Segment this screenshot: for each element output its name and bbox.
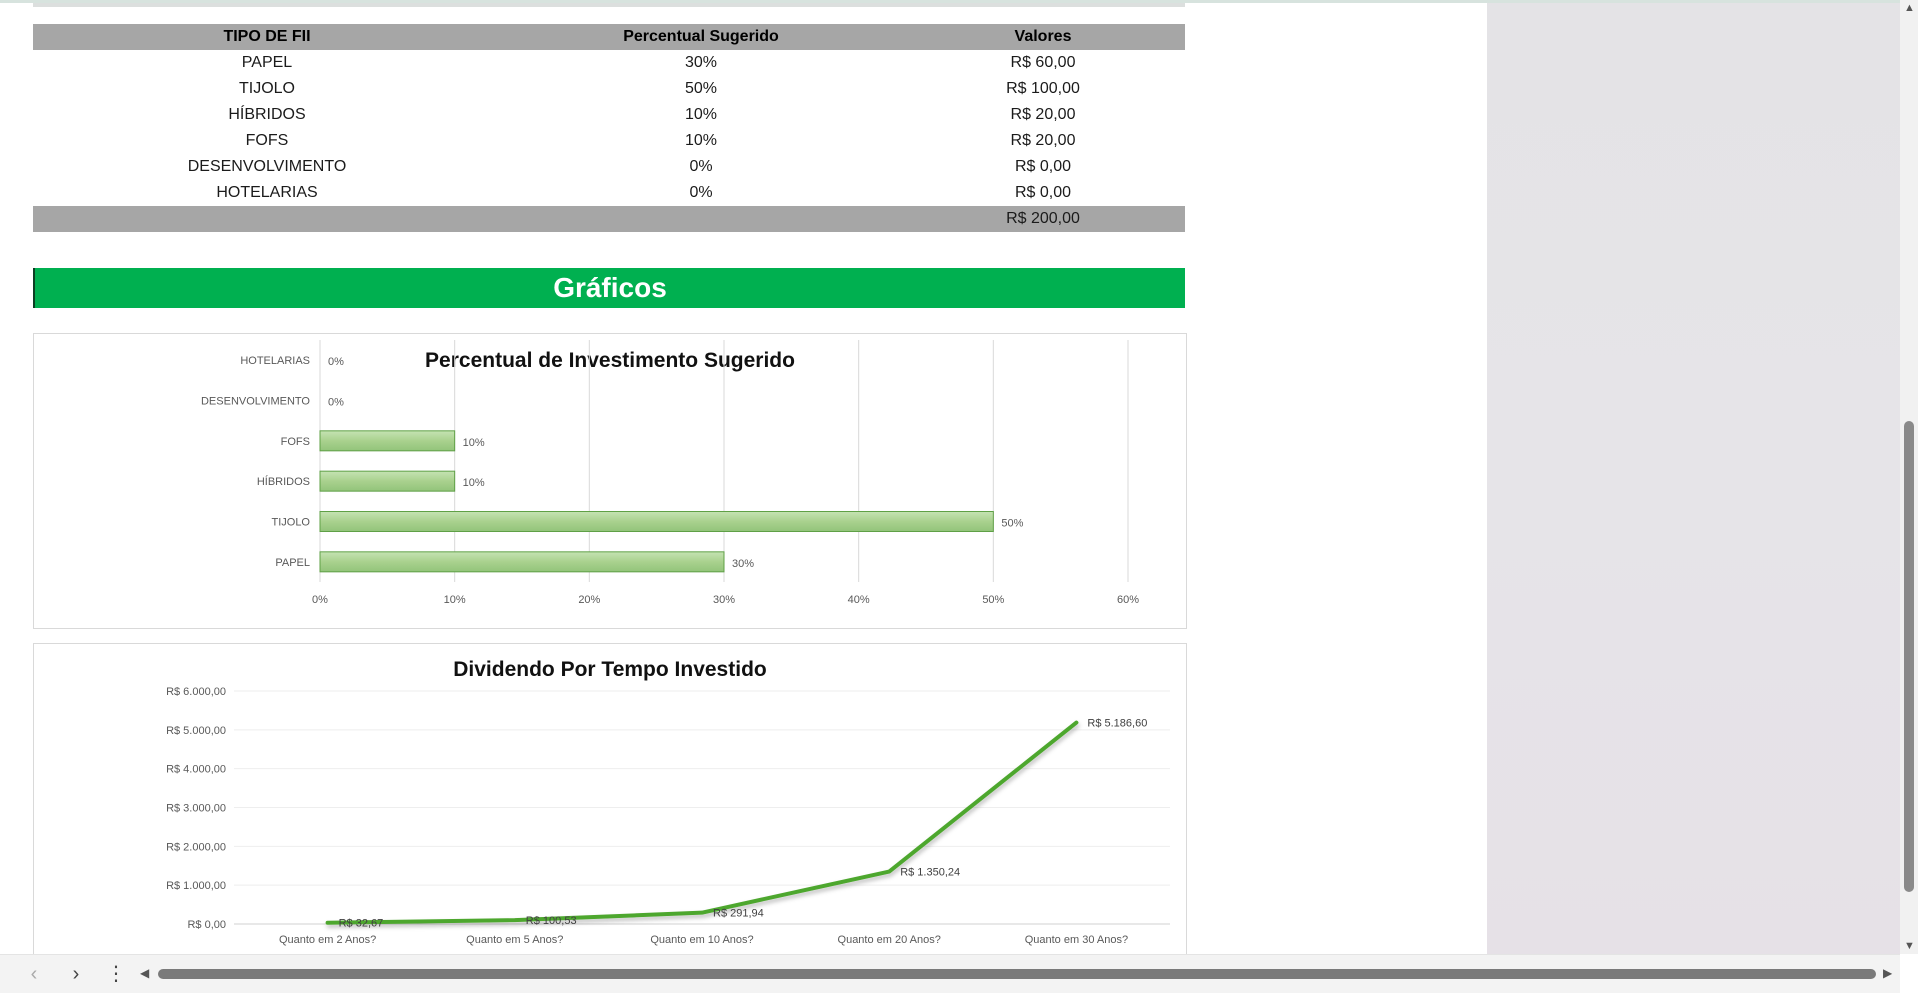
scroll-right-icon[interactable]: ▶ [1883, 966, 1892, 980]
line-chart-plot: R$ 0,00 R$ 1.000,00 R$ 2.000,00 R$ 3.000,00… [166, 686, 1170, 946]
bar-x-tick-label: 40% [848, 594, 870, 606]
horizontal-scrollbar[interactable]: ◀ ▶ [138, 961, 1896, 987]
header-tipo[interactable]: TIPO DE FII [33, 24, 501, 50]
section-banner: Gráficos [33, 268, 1185, 308]
table-row: HÍBRIDOS 10% R$ 20,00 [33, 102, 1185, 128]
bar-x-tick-label: 10% [444, 594, 466, 606]
cell-percentual[interactable]: 30% [501, 50, 901, 76]
bar-data-label: 10% [463, 437, 485, 449]
line-y-tick-label: R$ 6.000,00 [166, 686, 226, 698]
line-data-label: R$ 1.350,24 [900, 867, 960, 879]
line-point [1074, 721, 1078, 725]
cell-tipo[interactable]: HOTELARIAS [33, 180, 501, 206]
fii-allocation-table: TIPO DE FII Percentual Sugerido Valores … [33, 24, 1185, 232]
cell-tipo[interactable]: HÍBRIDOS [33, 102, 501, 128]
bar [319, 470, 456, 492]
bar-x-tick-label: 20% [578, 594, 600, 606]
line-y-tick-label: R$ 0,00 [187, 919, 226, 931]
bar-data-label: 30% [732, 558, 754, 570]
line-point [700, 911, 704, 915]
bar-chart-plot: 0% 10% 20% 30% 40% 50% 60% PAPEL 30% TIJOLO 50% HÍB… [201, 340, 1139, 606]
bar [319, 430, 456, 452]
vertical-scrollbar[interactable]: ▲ ▼ [1900, 0, 1918, 954]
bar-category-label: DESENVOLVIMENTO [201, 396, 310, 408]
horizontal-scroll-thumb[interactable] [158, 969, 1876, 979]
cell-valor[interactable]: R$ 0,00 [901, 180, 1185, 206]
cell-percentual[interactable]: 10% [501, 128, 901, 154]
total-row: R$ 200,00 [33, 206, 1185, 232]
line-y-tick-label: R$ 5.000,00 [166, 725, 226, 737]
line-y-tick-label: R$ 1.000,00 [166, 880, 226, 892]
cell-percentual[interactable]: 0% [501, 154, 901, 180]
bar-x-tick-label: 0% [312, 594, 328, 606]
line-point [513, 918, 517, 922]
cell-percentual[interactable]: 50% [501, 76, 901, 102]
cell-tipo[interactable]: PAPEL [33, 50, 501, 76]
line-point [887, 870, 891, 874]
scroll-up-icon[interactable]: ▲ [1904, 2, 1915, 14]
bar-category-label: FOFS [281, 436, 310, 448]
header-valores[interactable]: Valores [901, 24, 1185, 50]
total-empty-cell[interactable] [33, 206, 501, 232]
vertical-scroll-thumb[interactable] [1904, 421, 1914, 892]
cell-valor[interactable]: R$ 20,00 [901, 128, 1185, 154]
bar-category-label: TIJOLO [271, 517, 310, 529]
line-x-tick-label: Quanto em 20 Anos? [838, 934, 941, 946]
table-row: FOFS 10% R$ 20,00 [33, 128, 1185, 154]
line-y-tick-label: R$ 2.000,00 [166, 841, 226, 853]
bar-x-tick-label: 30% [713, 594, 735, 606]
line-data-label: R$ 32,67 [339, 918, 384, 930]
line-series [325, 720, 1079, 925]
bar-data-label: 10% [463, 477, 485, 489]
chevron-left-icon[interactable]: ‹ [22, 962, 46, 986]
table-header-row: TIPO DE FII Percentual Sugerido Valores [33, 24, 1185, 50]
cell-valor[interactable]: R$ 60,00 [901, 50, 1185, 76]
bar-data-label: 50% [1001, 518, 1023, 530]
bar-category-label: PAPEL [275, 557, 310, 569]
line-y-tick-label: R$ 3.000,00 [166, 803, 226, 815]
line-x-tick-label: Quanto em 10 Anos? [650, 934, 753, 946]
cell-tipo[interactable]: DESENVOLVIMENTO [33, 154, 501, 180]
line-x-tick-label: Quanto em 5 Anos? [466, 934, 563, 946]
line-data-label: R$ 5.186,60 [1087, 718, 1147, 730]
total-empty-cell[interactable] [501, 206, 901, 232]
table-row: TIJOLO 50% R$ 100,00 [33, 76, 1185, 102]
bar-category-label: HÍBRIDOS [257, 475, 310, 488]
bar-category-label: HOTELARIAS [240, 355, 310, 367]
cell-percentual[interactable]: 0% [501, 180, 901, 206]
header-percentual[interactable]: Percentual Sugerido [501, 24, 901, 50]
cell-valor[interactable]: R$ 20,00 [901, 102, 1185, 128]
line-data-label: R$ 100,53 [526, 915, 577, 927]
scroll-down-icon[interactable]: ▼ [1904, 940, 1915, 952]
line-x-tick-label: Quanto em 2 Anos? [279, 934, 376, 946]
bar-data-label: 0% [328, 356, 344, 368]
bar-x-tick-label: 60% [1117, 594, 1139, 606]
cell-tipo[interactable]: FOFS [33, 128, 501, 154]
line-chart[interactable]: Dividendo Por Tempo Investido R$ 0,00 R$ … [33, 643, 1187, 963]
bar [319, 551, 725, 573]
table-row: PAPEL 30% R$ 60,00 [33, 50, 1185, 76]
sheet-navigation-bar: ‹ › ⋮ ◀ ▶ [0, 954, 1900, 993]
bar-data-label: 0% [328, 397, 344, 409]
scroll-left-icon[interactable]: ◀ [140, 966, 149, 980]
cell-tipo[interactable]: TIJOLO [33, 76, 501, 102]
table-row: HOTELARIAS 0% R$ 0,00 [33, 180, 1185, 206]
table-row: DESENVOLVIMENTO 0% R$ 0,00 [33, 154, 1185, 180]
total-value[interactable]: R$ 200,00 [901, 206, 1185, 232]
line-data-label: R$ 291,94 [713, 908, 764, 920]
line-x-tick-label: Quanto em 30 Anos? [1025, 934, 1128, 946]
chevron-right-icon[interactable]: › [64, 962, 88, 986]
line-point [326, 921, 330, 925]
bar [319, 511, 994, 532]
line-y-tick-label: R$ 4.000,00 [166, 764, 226, 776]
bar-x-tick-label: 50% [982, 594, 1004, 606]
previous-row-bar [33, 3, 1185, 7]
empty-sheet-area [1487, 0, 1900, 954]
cell-percentual[interactable]: 10% [501, 102, 901, 128]
bar-chart[interactable]: Percentual de Investimento Sugerido 0% 10… [33, 333, 1187, 629]
cell-valor[interactable]: R$ 100,00 [901, 76, 1185, 102]
cell-valor[interactable]: R$ 0,00 [901, 154, 1185, 180]
more-vertical-icon[interactable]: ⋮ [104, 962, 128, 986]
